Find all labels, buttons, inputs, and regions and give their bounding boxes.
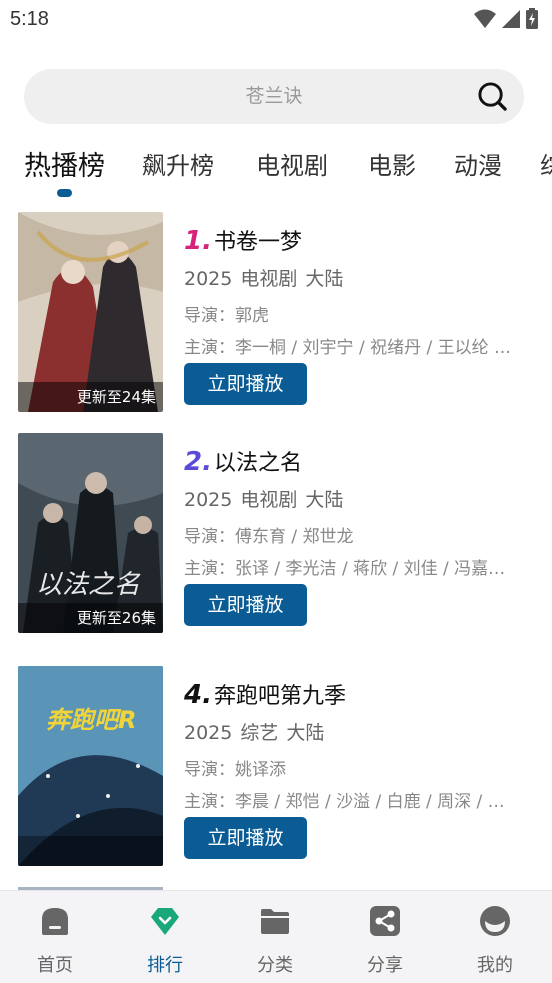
tab-anime[interactable]: 动漫 xyxy=(454,146,502,181)
cast: 主演：李晨 / 郑恺 / 沙溢 / 白鹿 / 周深 / … xyxy=(184,792,505,812)
tab-rising[interactable]: 飙升榜 xyxy=(142,146,214,181)
bottom-nav: 首页 排行 分类 分享 我的 xyxy=(0,890,552,983)
nav-rank[interactable]: 排行 xyxy=(110,891,220,983)
status-bar: 5:18 xyxy=(0,0,552,40)
list-item[interactable]: 更新至24集 1.书卷一梦 2025 电视剧 大陆 导演：郭虎 主演：李一桐 / 刘… xyxy=(0,212,552,417)
nav-category[interactable]: 分类 xyxy=(220,891,330,983)
genre: 电视剧 xyxy=(240,489,298,511)
tab-hot[interactable]: 热播榜 xyxy=(24,144,105,183)
genre: 综艺 xyxy=(240,722,279,744)
home-icon xyxy=(42,908,68,935)
nav-label: 分享 xyxy=(367,955,403,976)
nav-home[interactable]: 首页 xyxy=(0,891,110,983)
year: 2025 xyxy=(184,268,233,290)
poster-image[interactable]: 以法之名 更新至26集 xyxy=(18,433,163,633)
folder-icon xyxy=(261,909,289,934)
nav-label: 排行 xyxy=(147,955,183,976)
svg-text:奔跑吧R: 奔跑吧R xyxy=(46,706,136,734)
item-meta: 2025 综艺 大陆 xyxy=(184,718,332,745)
poster-image[interactable]: 奔跑吧R xyxy=(18,666,163,866)
nav-label: 首页 xyxy=(37,955,73,976)
episode-badge: 更新至24集 xyxy=(18,382,163,412)
play-button[interactable]: 立即播放 xyxy=(184,817,307,859)
list-item[interactable]: 以法之名 更新至26集 2.以法之名 2025 电视剧 大陆 导演：傅东育 / 郑世… xyxy=(0,433,552,638)
director: 导演：郭虎 xyxy=(184,306,269,326)
item-title: 1.书卷一梦 xyxy=(184,224,302,256)
title-text: 书卷一梦 xyxy=(213,230,302,255)
item-meta: 2025 电视剧 大陆 xyxy=(184,485,351,512)
tab-variety[interactable]: 综 xyxy=(540,146,552,181)
category-tabs: 热播榜 飙升榜 电视剧 电影 动漫 综 xyxy=(0,140,552,200)
rank-number: 4. xyxy=(184,680,212,710)
year: 2025 xyxy=(184,722,233,744)
play-button[interactable]: 立即播放 xyxy=(184,363,307,405)
status-icons xyxy=(474,8,538,29)
rank-number: 1. xyxy=(184,226,212,256)
tab-tv[interactable]: 电视剧 xyxy=(256,146,328,181)
nav-label: 我的 xyxy=(477,955,513,976)
title-text: 奔跑吧第九季 xyxy=(213,684,346,709)
play-button[interactable]: 立即播放 xyxy=(184,584,307,626)
cast: 主演：张译 / 李光洁 / 蒋欣 / 刘佳 / 冯嘉… xyxy=(184,559,506,579)
profile-icon xyxy=(480,906,510,936)
list-item[interactable]: 奔跑吧R 4.奔跑吧第九季 2025 综艺 大陆 导演：姚译添 主演：李晨 / 郑恺… xyxy=(0,666,552,871)
nav-profile[interactable]: 我的 xyxy=(440,891,550,983)
region: 大陆 xyxy=(305,489,344,511)
tab-indicator xyxy=(57,189,72,197)
region: 大陆 xyxy=(305,268,344,290)
item-meta: 2025 电视剧 大陆 xyxy=(184,264,351,291)
year: 2025 xyxy=(184,489,233,511)
battery-icon xyxy=(526,8,538,29)
search-placeholder: 苍兰诀 xyxy=(245,85,303,107)
share-icon xyxy=(370,906,400,936)
director: 导演：傅东育 / 郑世龙 xyxy=(184,527,354,547)
wifi-icon xyxy=(474,9,496,28)
search-bar[interactable]: 苍兰诀 xyxy=(24,69,524,124)
title-text: 以法之名 xyxy=(213,451,302,476)
search-icon[interactable] xyxy=(477,81,508,112)
item-title: 4.奔跑吧第九季 xyxy=(184,678,346,710)
rank-icon xyxy=(151,908,179,935)
tab-movie[interactable]: 电影 xyxy=(368,146,416,181)
episode-badge: 更新至26集 xyxy=(18,603,163,633)
item-title: 2.以法之名 xyxy=(184,445,302,477)
signal-icon xyxy=(502,9,520,28)
genre: 电视剧 xyxy=(240,268,298,290)
cast: 主演：李一桐 / 刘宇宁 / 祝绪丹 / 王以纶 … xyxy=(184,338,512,358)
status-time: 5:18 xyxy=(10,8,49,30)
nav-label: 分类 xyxy=(257,955,293,976)
director: 导演：姚译添 xyxy=(184,760,286,780)
svg-text:以法之名: 以法之名 xyxy=(36,570,141,600)
nav-share[interactable]: 分享 xyxy=(330,891,440,983)
poster-image[interactable]: 更新至24集 xyxy=(18,212,163,412)
region: 大陆 xyxy=(286,722,325,744)
rank-number: 2. xyxy=(184,447,212,477)
